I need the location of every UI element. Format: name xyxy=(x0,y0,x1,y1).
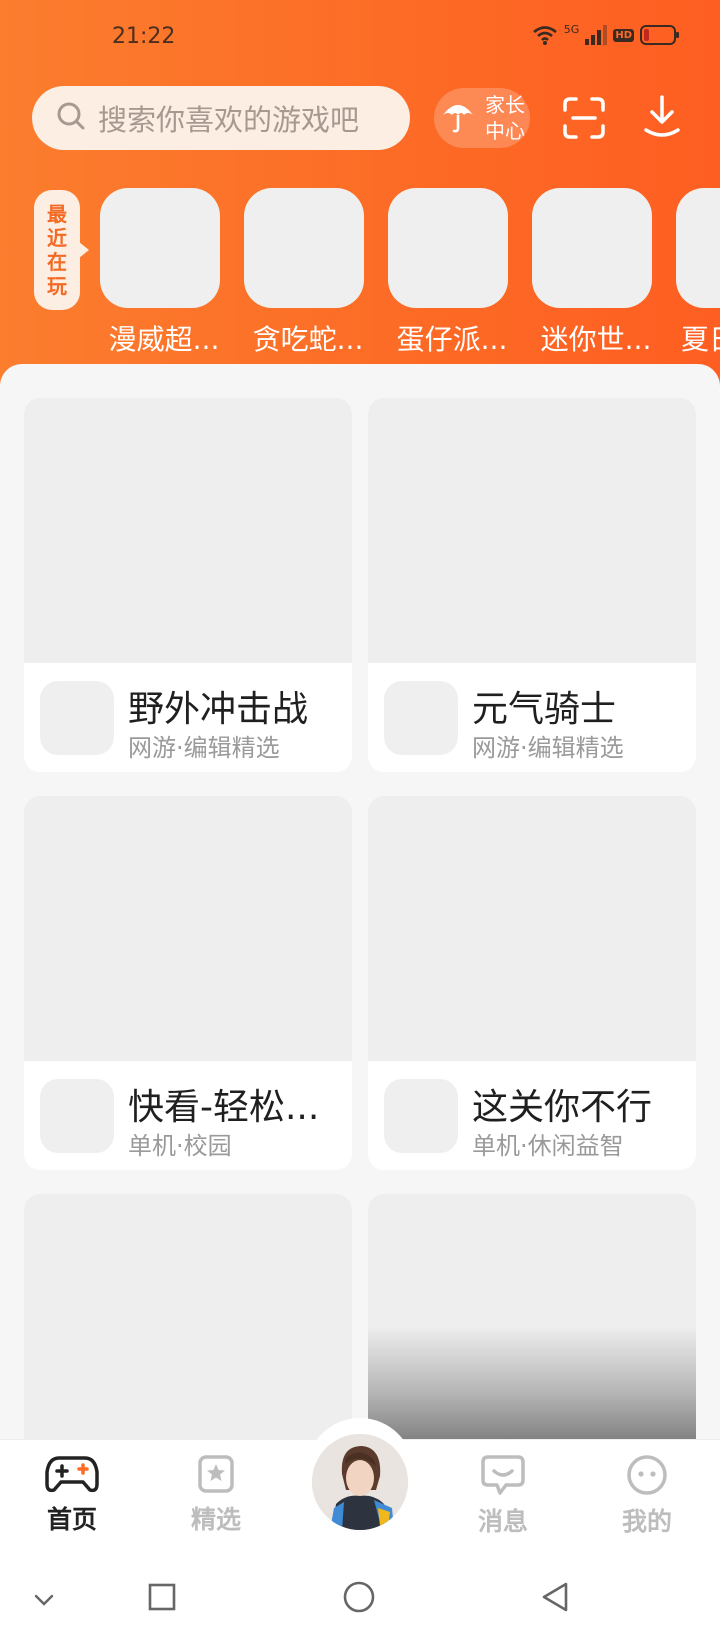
recently-played-tag: 最 近 在 玩 xyxy=(34,190,89,310)
chat-bubble-icon xyxy=(480,1454,526,1500)
parent-center-line1: 家长 xyxy=(485,93,525,117)
recent-game-name: 迷你世... xyxy=(540,323,652,356)
game-card[interactable]: 快看-轻松... 单机·校园 xyxy=(24,796,352,1170)
recent-game-item[interactable]: 迷你世... xyxy=(532,188,652,358)
chevron-down-icon[interactable] xyxy=(34,1591,54,1610)
game-subtitle: 单机·校园 xyxy=(128,1132,232,1160)
umbrella-icon xyxy=(440,98,476,138)
game-icon xyxy=(384,1079,458,1153)
back-triangle-icon[interactable] xyxy=(540,1581,570,1617)
recent-game-thumbnail xyxy=(676,188,720,308)
network-label: 5G xyxy=(563,22,580,36)
recent-game-thumbnail xyxy=(388,188,508,308)
tab-home[interactable]: 首页 xyxy=(22,1454,122,1544)
search-input[interactable]: 搜索你喜欢的游戏吧 xyxy=(32,86,410,150)
recent-game-name: 漫威超... xyxy=(108,323,220,356)
game-title: 野外冲击战 xyxy=(128,689,309,730)
tab-mine[interactable]: 我的 xyxy=(597,1454,697,1538)
recent-games-list: 漫威超... 贪吃蛇... 蛋仔派... 迷你世... 夏日 xyxy=(100,188,720,358)
game-card[interactable]: 这关你不行 单机·休闲益智 xyxy=(368,796,696,1170)
battery-icon xyxy=(640,24,680,46)
recent-tag-char: 近 xyxy=(47,226,67,250)
recent-game-item[interactable]: 蛋仔派... xyxy=(388,188,508,358)
recent-game-name: 夏日 xyxy=(681,323,720,356)
avatar[interactable] xyxy=(312,1434,408,1530)
recent-game-item[interactable]: 贪吃蛇... xyxy=(244,188,364,358)
game-title: 这关你不行 xyxy=(472,1087,653,1128)
game-cover xyxy=(24,796,352,1061)
game-cover xyxy=(24,398,352,663)
parent-center-line2: 中心 xyxy=(485,119,525,143)
recent-tag-char: 最 xyxy=(47,202,67,226)
parent-center-button[interactable]: 家长 中心 xyxy=(434,88,530,148)
search-placeholder: 搜索你喜欢的游戏吧 xyxy=(98,103,360,137)
recent-game-name: 蛋仔派... xyxy=(396,323,508,356)
signal-icon xyxy=(585,25,608,45)
tab-featured[interactable]: 精选 xyxy=(166,1454,266,1536)
system-nav-bar xyxy=(0,1555,720,1648)
tab-messages-label: 消息 xyxy=(477,1507,528,1536)
download-icon[interactable] xyxy=(642,94,682,140)
status-bar: 21:22 5G HD xyxy=(0,0,720,70)
game-subtitle: 单机·休闲益智 xyxy=(472,1132,624,1160)
game-cover xyxy=(368,398,696,663)
home-circle-icon[interactable] xyxy=(343,1581,375,1617)
recent-apps-icon[interactable] xyxy=(148,1583,176,1615)
recent-game-thumbnail xyxy=(100,188,220,308)
game-card[interactable]: 野外冲击战 网游·编辑精选 xyxy=(24,398,352,772)
game-icon xyxy=(40,681,114,755)
tab-home-text: 首页 xyxy=(46,1505,97,1534)
bookmark-star-icon xyxy=(196,1454,236,1498)
game-cover xyxy=(24,1194,352,1459)
tab-messages[interactable]: 消息 xyxy=(453,1454,553,1538)
recent-game-item[interactable]: 漫威超... xyxy=(100,188,220,358)
hd-icon: HD xyxy=(613,28,634,42)
game-subtitle: 网游·编辑精选 xyxy=(128,734,280,762)
gamepad-icon xyxy=(45,1454,99,1498)
game-icon xyxy=(40,1079,114,1153)
status-icons: 5G HD xyxy=(532,22,680,46)
game-feed: 野外冲击战 网游·编辑精选 元气骑士 网游·编辑精选 快看-轻松... 单机·校… xyxy=(0,364,720,1568)
recent-game-thumbnail xyxy=(532,188,652,308)
game-subtitle: 网游·编辑精选 xyxy=(472,734,624,762)
game-title: 快看-轻松... xyxy=(128,1087,320,1128)
game-cover xyxy=(368,796,696,1061)
parent-center-label: 家长 中心 xyxy=(482,92,528,144)
active-tab-indicator xyxy=(48,1534,95,1544)
recent-game-item[interactable]: 夏日 xyxy=(676,188,720,358)
status-time: 21:22 xyxy=(112,24,176,49)
game-card[interactable]: 元气骑士 网游·编辑精选 xyxy=(368,398,696,772)
game-cover xyxy=(368,1194,696,1459)
recent-tag-char: 玩 xyxy=(47,274,67,298)
tab-home-label: 首页 xyxy=(46,1500,97,1544)
tab-featured-label: 精选 xyxy=(190,1505,241,1534)
recent-game-name: 贪吃蛇... xyxy=(252,323,364,356)
game-title: 元气骑士 xyxy=(472,689,617,730)
tab-mine-label: 我的 xyxy=(621,1507,672,1536)
smiley-face-icon xyxy=(625,1454,669,1500)
wifi-icon xyxy=(532,24,558,46)
game-icon xyxy=(384,681,458,755)
scan-icon[interactable] xyxy=(562,96,606,140)
search-icon xyxy=(56,101,86,135)
recent-game-thumbnail xyxy=(244,188,364,308)
recent-tag-char: 在 xyxy=(47,250,67,274)
